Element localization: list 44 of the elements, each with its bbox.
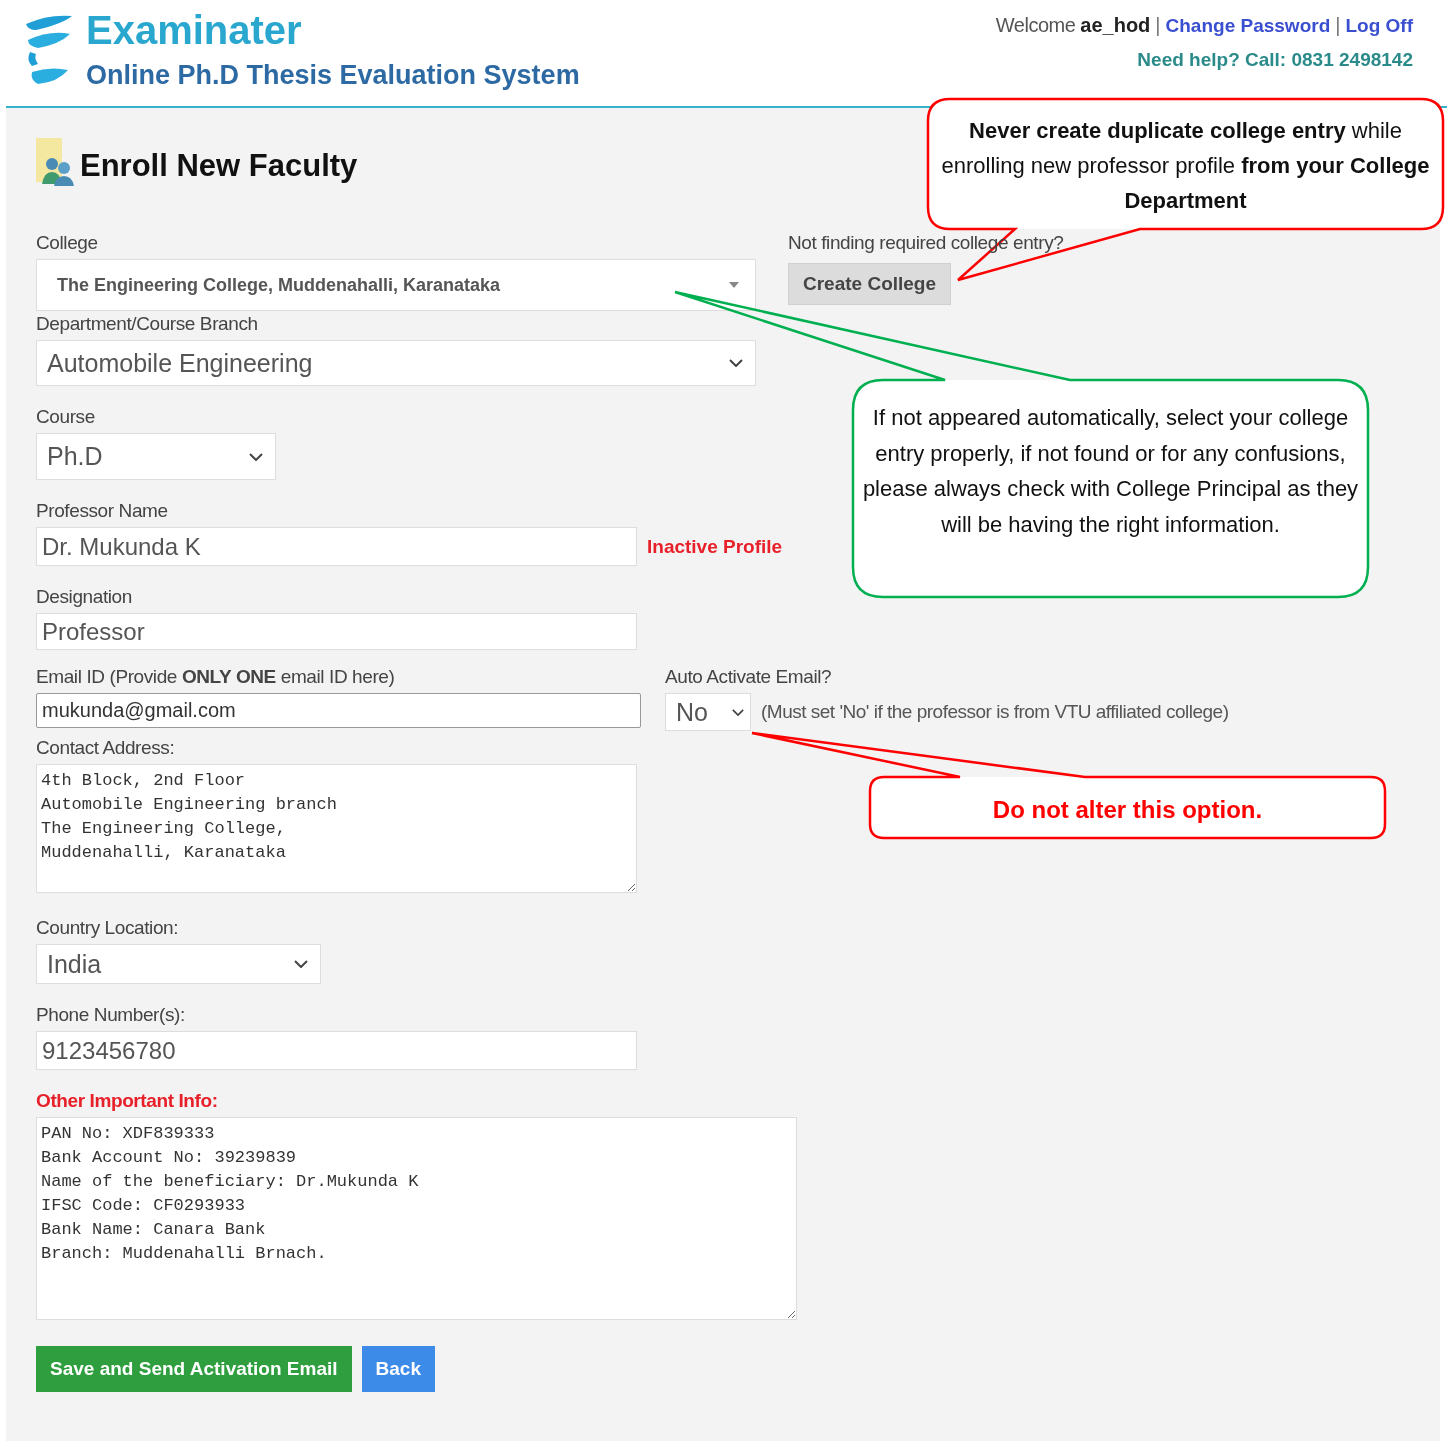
auto-activate-select[interactable]: No — [665, 693, 751, 731]
separator: | — [1155, 14, 1161, 37]
user-name: ae_hod — [1080, 14, 1151, 37]
field-label: Country Location: — [36, 916, 179, 940]
field-label: Phone Number(s): — [36, 1003, 185, 1027]
separator: | — [1335, 14, 1341, 37]
country-select[interactable]: India — [36, 944, 321, 984]
course-select[interactable]: Ph.D — [36, 433, 276, 480]
field-label: Email ID (Provide ONLY ONE email ID here) — [36, 665, 395, 689]
field-label: Department/Course Branch — [36, 312, 258, 336]
field-label: Auto Activate Email? — [665, 665, 832, 689]
email-field[interactable]: mukunda@gmail.com — [36, 693, 641, 728]
header-link[interactable]: Change Password — [1165, 15, 1331, 37]
field-label: Contact Address: — [36, 736, 175, 760]
designation-field[interactable]: Professor — [36, 613, 637, 650]
chevron-down-icon — [729, 359, 743, 367]
callout-text: Never create duplicate college entry while enrolling new professor profile from your College Department — [940, 117, 1431, 215]
address-field[interactable]: 4th Block, 2nd Floor Automobile Engineering branch The Engineering College, Muddenahalli, Karanataka — [36, 764, 637, 893]
phone-field[interactable]: 9123456780 — [36, 1031, 637, 1070]
chevron-down-icon — [249, 452, 263, 461]
faculty-icon — [36, 138, 76, 186]
chevron-down-icon — [732, 708, 744, 716]
professor-name-field[interactable]: Dr. Mukunda K — [36, 527, 637, 566]
department-select[interactable]: Automobile Engineering — [36, 340, 756, 386]
dropdown-triangle-icon — [729, 282, 739, 288]
chevron-down-icon — [294, 960, 308, 968]
field-label: Designation — [36, 585, 132, 609]
hint-text: (Must set 'No' if the professor is from VTU affiliated college) — [761, 701, 1229, 723]
info-field[interactable]: PAN No: XDF839333 Bank Account No: 39239839 Name of the beneficiary: Dr.Mukunda K IFSC Code: CF0293933 Bank Name: Canara Bank Branch: Muddenahalli Brnach. — [36, 1117, 797, 1320]
field-label: Professor Name — [36, 499, 168, 523]
status-note: Inactive Profile — [647, 535, 783, 558]
callout-text: If not appeared automatically, select your college entry properly, if not found or for any confusions, please always check with College Principal as they will be having the right information. — [862, 404, 1359, 539]
field-label: College — [36, 231, 98, 255]
welcome-text: Welcome — [995, 14, 1076, 37]
field-label: Course — [36, 405, 95, 429]
college-select[interactable]: The Engineering College, Muddenahalli, Karanataka — [36, 259, 756, 311]
app-subtitle: Online Ph.D Thesis Evaluation System — [86, 60, 580, 91]
app-title: Examinater — [86, 8, 303, 52]
header-link[interactable]: Log Off — [1345, 15, 1413, 37]
field-label: Other Important Info: — [36, 1089, 218, 1113]
page-title: Enroll New Faculty — [80, 147, 358, 185]
create-college-button[interactable]: Create College — [788, 263, 952, 305]
help-text: Need help? Call: 0831 2498142 — [1136, 49, 1413, 71]
callout-text: Do not alter this option. — [991, 795, 1264, 825]
